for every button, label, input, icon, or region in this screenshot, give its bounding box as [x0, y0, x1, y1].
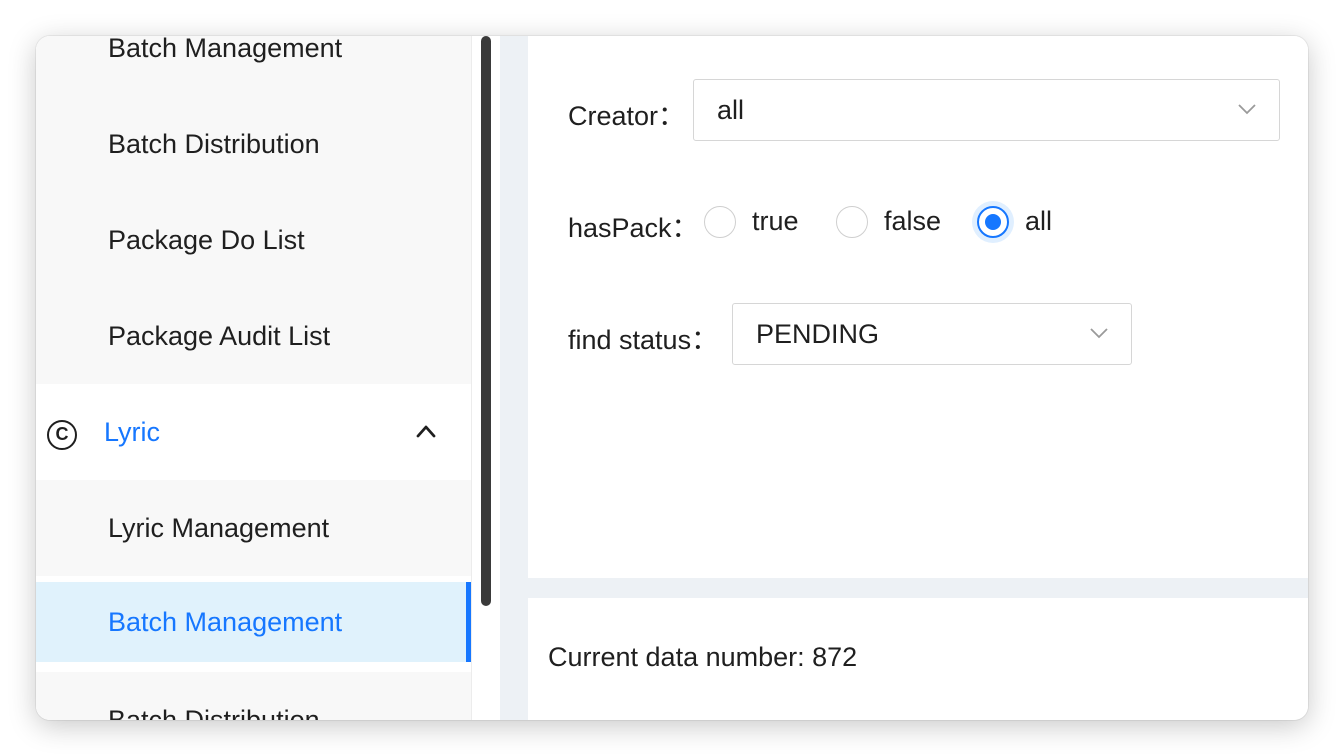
- chevron-up-icon: [416, 425, 436, 438]
- has-pack-radio-true[interactable]: [704, 206, 736, 238]
- find-status-select-value: PENDING: [756, 319, 880, 349]
- sidebar-group-label: Lyric: [104, 417, 161, 447]
- filter-panel: Creator： all hasPack： true false all fin…: [528, 36, 1308, 578]
- section-divider: [528, 578, 1308, 598]
- find-status-select[interactable]: PENDING: [732, 303, 1132, 365]
- chevron-down-icon: [1090, 328, 1108, 339]
- sidebar-item-label: Batch Distribution: [108, 129, 320, 159]
- find-status-label: find status：: [568, 325, 719, 355]
- radio-dot: [985, 214, 1001, 230]
- has-pack-option-label[interactable]: all: [1025, 206, 1052, 237]
- content-gutter: [500, 36, 528, 720]
- chevron-down-icon: [1238, 104, 1256, 115]
- sidebar-item-lyric-management[interactable]: Lyric Management: [36, 480, 471, 576]
- sidebar-item-lyric-batch-distribution[interactable]: Batch Distribution: [36, 672, 471, 720]
- sidebar-item-label: Lyric Management: [108, 513, 330, 543]
- creator-label: Creator：: [568, 101, 686, 131]
- has-pack-radio-all[interactable]: [977, 206, 1009, 238]
- has-pack-radio-false[interactable]: [836, 206, 868, 238]
- creator-select-value: all: [717, 95, 745, 125]
- has-pack-option-label[interactable]: false: [884, 206, 941, 237]
- sidebar-item-package-audit-list[interactable]: Package Audit List: [36, 288, 471, 384]
- sidebar-scrollbar-thumb[interactable]: [481, 36, 491, 606]
- has-pack-option-label[interactable]: true: [752, 206, 799, 237]
- result-panel: Current data number: 872: [528, 598, 1308, 720]
- app-window: Batch Management Batch Distribution Pack…: [36, 36, 1308, 720]
- sidebar-menu: Batch Management Batch Distribution Pack…: [36, 36, 472, 720]
- sidebar-group-lyric[interactable]: C Lyric: [36, 384, 471, 480]
- sidebar-item-lyric-batch-management[interactable]: Batch Management: [36, 582, 471, 662]
- sidebar-item-label: Batch Management: [108, 36, 343, 63]
- sidebar-item-batch-distribution[interactable]: Batch Distribution: [36, 96, 471, 192]
- sidebar-item-label: Batch Management: [108, 607, 343, 637]
- copyright-icon: C: [47, 420, 77, 450]
- data-count-text: Current data number: 872: [548, 642, 858, 672]
- sidebar-item-package-do-list[interactable]: Package Do List: [36, 192, 471, 288]
- sidebar-item-label: Batch Distribution: [108, 705, 320, 720]
- has-pack-label: hasPack：: [568, 213, 699, 243]
- selected-indicator: [466, 582, 471, 662]
- sidebar-item-label: Package Do List: [108, 225, 305, 255]
- creator-select[interactable]: all: [693, 79, 1280, 141]
- sidebar-item-batch-management[interactable]: Batch Management: [36, 36, 471, 96]
- sidebar-item-label: Package Audit List: [108, 321, 331, 351]
